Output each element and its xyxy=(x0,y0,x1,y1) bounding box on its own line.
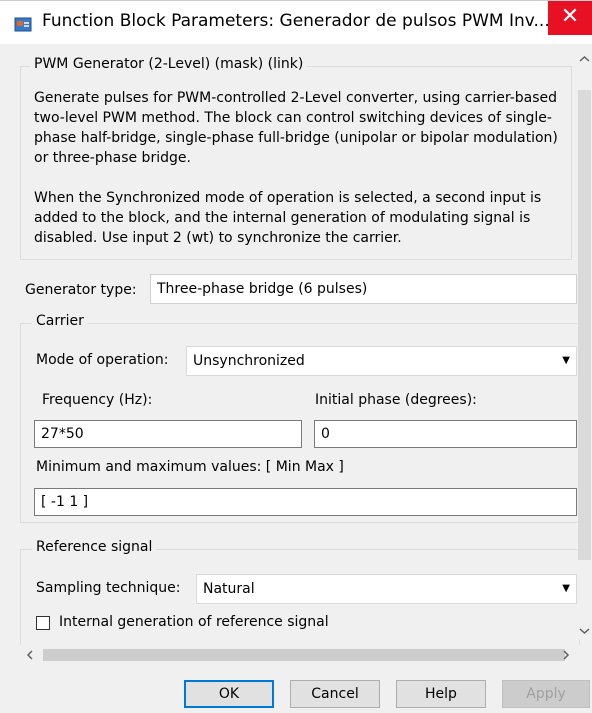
reference-legend: Reference signal xyxy=(32,539,157,555)
sampling-select[interactable]: Natural ▼ xyxy=(196,574,577,604)
window-title: Function Block Parameters: Generador de … xyxy=(42,11,550,31)
ok-button[interactable]: OK xyxy=(184,680,274,708)
block-description: Generate pulses for PWM-controlled 2-Lev… xyxy=(34,88,576,248)
scroll-down-icon[interactable] xyxy=(578,626,591,636)
minmax-label: Minimum and maximum values: [ Min Max ] xyxy=(36,459,344,475)
generator-type-label: Generator type: xyxy=(25,282,137,298)
phase-input[interactable]: 0 xyxy=(314,420,577,448)
dropdown-arrow-icon: ▼ xyxy=(562,355,570,366)
block-icon xyxy=(14,17,32,32)
mode-select[interactable]: Unsynchronized ▼ xyxy=(186,346,577,376)
frequency-label: Frequency (Hz): xyxy=(42,392,153,408)
help-button[interactable]: Help xyxy=(396,680,486,708)
internal-generation-checkbox[interactable] xyxy=(36,616,50,630)
apply-button[interactable]: Apply xyxy=(502,680,590,708)
frequency-input[interactable]: 27*50 xyxy=(34,420,302,448)
phase-label: Initial phase (degrees): xyxy=(315,392,477,408)
description-paragraph-1: Generate pulses for PWM-controlled 2-Lev… xyxy=(34,90,558,166)
carrier-legend: Carrier xyxy=(32,313,88,329)
scroll-up-icon[interactable] xyxy=(578,54,591,64)
generator-type-select[interactable]: Three-phase bridge (6 pulses) xyxy=(150,274,577,304)
close-icon[interactable]: ✕ xyxy=(548,1,592,35)
sampling-label: Sampling technique: xyxy=(36,580,181,596)
minmax-input[interactable]: [ -1 1 ] xyxy=(34,488,577,516)
scroll-right-icon[interactable] xyxy=(560,649,572,661)
mask-header: PWM Generator (2-Level) (mask) (link) xyxy=(30,56,308,72)
dialog: { "window": { "title": "Function Block P… xyxy=(0,0,592,713)
title-bar: Function Block Parameters: Generador de … xyxy=(0,0,592,44)
description-paragraph-2: When the Synchronized mode of operation … xyxy=(34,190,542,246)
vertical-scroll-thumb[interactable] xyxy=(578,90,591,560)
cancel-button[interactable]: Cancel xyxy=(290,680,380,708)
scroll-left-icon[interactable] xyxy=(24,649,36,661)
generator-type-value: Three-phase bridge (6 pulses) xyxy=(157,281,368,297)
mode-label: Mode of operation: xyxy=(36,352,169,368)
mode-value: Unsynchronized xyxy=(193,353,305,369)
dropdown-arrow-icon: ▼ xyxy=(562,583,570,594)
horizontal-scroll-thumb[interactable] xyxy=(43,649,565,661)
sampling-value: Natural xyxy=(203,581,255,597)
internal-generation-label: Internal generation of reference signal xyxy=(59,614,329,630)
